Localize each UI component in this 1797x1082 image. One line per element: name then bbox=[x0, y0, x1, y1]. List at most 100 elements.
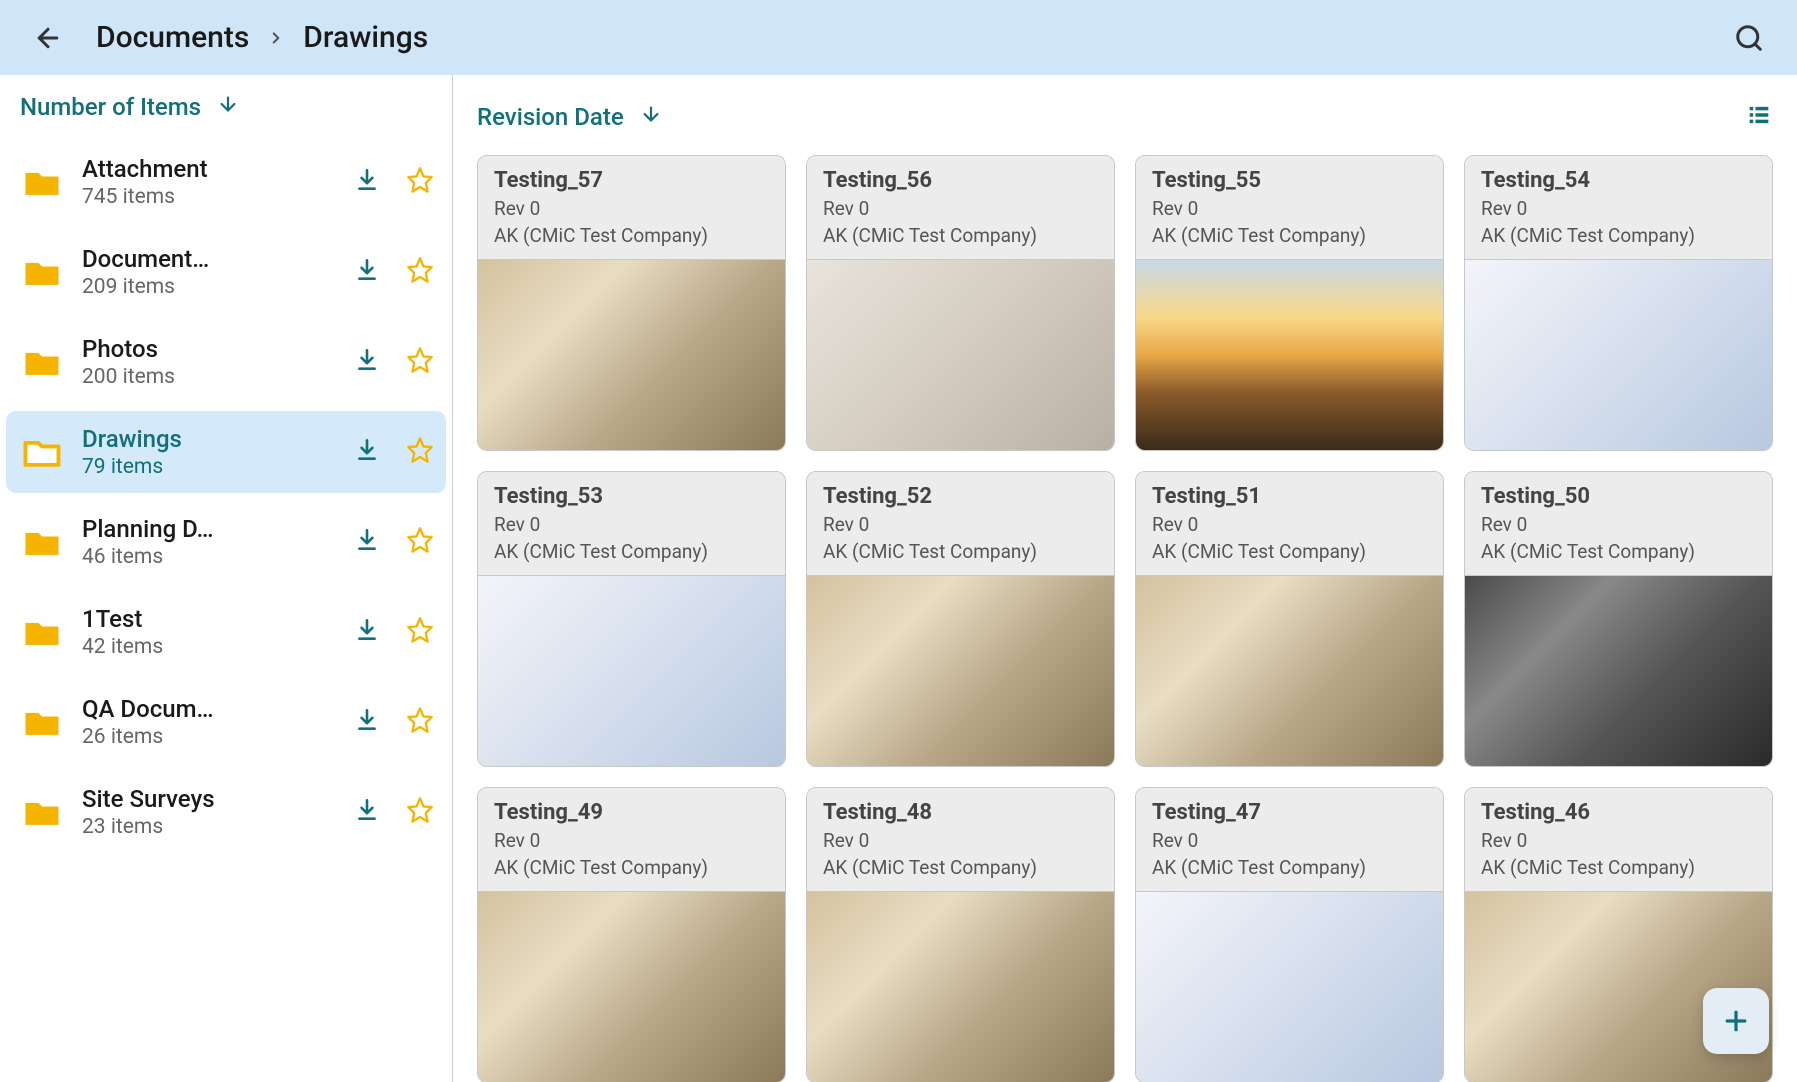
folder-actions bbox=[354, 526, 434, 558]
search-button[interactable] bbox=[1725, 14, 1773, 62]
card-author: AK (CMiC Test Company) bbox=[494, 856, 769, 879]
card-header: Testing_55Rev 0AK (CMiC Test Company) bbox=[1136, 156, 1443, 260]
download-button[interactable] bbox=[354, 617, 380, 647]
favorite-button[interactable] bbox=[406, 256, 434, 288]
sidebar-sort[interactable]: Number of Items bbox=[6, 93, 446, 141]
card-thumbnail bbox=[478, 260, 785, 450]
sidebar-folder-document-[interactable]: Document…209 items bbox=[6, 231, 446, 313]
card-thumbnail bbox=[807, 892, 1114, 1082]
card-thumbnail bbox=[1465, 576, 1772, 766]
app-header: Documents Drawings bbox=[0, 0, 1797, 75]
folder-icon bbox=[18, 340, 66, 384]
download-button[interactable] bbox=[354, 437, 380, 467]
folder-name: Photos bbox=[82, 335, 338, 363]
back-button[interactable] bbox=[24, 14, 72, 62]
folder-count: 209 items bbox=[82, 275, 338, 299]
folder-count: 46 items bbox=[82, 545, 338, 569]
folder-actions bbox=[354, 706, 434, 738]
main-sort-label: Revision Date bbox=[477, 103, 624, 131]
document-card[interactable]: Testing_51Rev 0AK (CMiC Test Company) bbox=[1135, 471, 1444, 767]
document-card[interactable]: Testing_55Rev 0AK (CMiC Test Company) bbox=[1135, 155, 1444, 451]
document-card[interactable]: Testing_52 Rev 0 AK (CMiC Test Company) bbox=[806, 471, 1115, 767]
breadcrumb-parent[interactable]: Documents bbox=[96, 20, 249, 55]
card-title: Testing_52 bbox=[823, 484, 1098, 509]
card-thumbnail bbox=[1136, 260, 1443, 450]
card-header: Testing_52 Rev 0 AK (CMiC Test Company) bbox=[807, 472, 1114, 576]
folder-name: 1Test bbox=[82, 605, 338, 633]
card-title: Testing_54 bbox=[1481, 168, 1756, 193]
favorite-button[interactable] bbox=[406, 796, 434, 828]
card-revision: Rev 0 bbox=[823, 197, 1098, 220]
card-revision: Rev 0 bbox=[823, 829, 1098, 852]
card-author: AK (CMiC Test Company) bbox=[1152, 540, 1427, 563]
card-header: Testing_53Rev 0AK (CMiC Test Company) bbox=[478, 472, 785, 576]
document-card[interactable]: Testing_47Rev 0AK (CMiC Test Company) bbox=[1135, 787, 1444, 1082]
breadcrumb: Documents Drawings bbox=[96, 20, 428, 55]
document-card[interactable]: Testing_57Rev 0AK (CMiC Test Company) bbox=[477, 155, 786, 451]
sidebar-folder-1test[interactable]: 1Test42 items bbox=[6, 591, 446, 673]
list-view-icon bbox=[1745, 101, 1773, 129]
sidebar-folder-planning-d-[interactable]: Planning D…46 items bbox=[6, 501, 446, 583]
card-header: Testing_48Rev 0AK (CMiC Test Company) bbox=[807, 788, 1114, 892]
folder-info: 1Test42 items bbox=[82, 605, 338, 659]
card-thumbnail bbox=[1136, 892, 1443, 1082]
folder-count: 42 items bbox=[82, 635, 338, 659]
folder-info: Site Surveys23 items bbox=[82, 785, 338, 839]
card-author: AK (CMiC Test Company) bbox=[1152, 856, 1427, 879]
folder-count: 26 items bbox=[82, 725, 338, 749]
card-header: Testing_50Rev 0AK (CMiC Test Company) bbox=[1465, 472, 1772, 576]
sidebar-folder-attachment[interactable]: Attachment745 items bbox=[6, 141, 446, 223]
favorite-button[interactable] bbox=[406, 526, 434, 558]
card-header: Testing_54Rev 0AK (CMiC Test Company) bbox=[1465, 156, 1772, 260]
card-thumbnail bbox=[478, 892, 785, 1082]
breadcrumb-current[interactable]: Drawings bbox=[303, 20, 428, 55]
download-button[interactable] bbox=[354, 257, 380, 287]
add-button[interactable] bbox=[1703, 988, 1769, 1054]
sidebar-folder-qa-docum-[interactable]: QA Docum…26 items bbox=[6, 681, 446, 763]
main-header: Revision Date bbox=[477, 101, 1773, 155]
document-card[interactable]: Testing_50Rev 0AK (CMiC Test Company) bbox=[1464, 471, 1773, 767]
card-author: AK (CMiC Test Company) bbox=[1481, 540, 1756, 563]
folder-count: 23 items bbox=[82, 815, 338, 839]
document-card[interactable]: Testing_49 Rev 0 AK (CMiC Test Company) bbox=[477, 787, 786, 1082]
sidebar-folder-drawings[interactable]: Drawings79 items bbox=[6, 411, 446, 493]
card-title: Testing_53 bbox=[494, 484, 769, 509]
card-revision: Rev 0 bbox=[494, 197, 769, 220]
favorite-button[interactable] bbox=[406, 346, 434, 378]
card-title: Testing_55 bbox=[1152, 168, 1427, 193]
card-revision: Rev 0 bbox=[494, 829, 769, 852]
folder-list: Attachment745 itemsDocument…209 itemsPho… bbox=[6, 141, 446, 853]
card-thumbnail bbox=[1465, 260, 1772, 450]
download-button[interactable] bbox=[354, 167, 380, 197]
card-thumbnail bbox=[807, 576, 1114, 766]
card-title: Testing_51 bbox=[1152, 484, 1427, 509]
folder-info: Planning D…46 items bbox=[82, 515, 338, 569]
download-button[interactable] bbox=[354, 347, 380, 377]
list-view-toggle[interactable] bbox=[1745, 101, 1773, 133]
card-thumbnail bbox=[1136, 576, 1443, 766]
sidebar-folder-site-surveys[interactable]: Site Surveys23 items bbox=[6, 771, 446, 853]
card-header: Testing_56Rev 0AK (CMiC Test Company) bbox=[807, 156, 1114, 260]
card-author: AK (CMiC Test Company) bbox=[494, 224, 769, 247]
document-card[interactable]: Testing_56Rev 0AK (CMiC Test Company) bbox=[806, 155, 1115, 451]
document-card[interactable]: Testing_54Rev 0AK (CMiC Test Company) bbox=[1464, 155, 1773, 451]
card-revision: Rev 0 bbox=[823, 513, 1098, 536]
favorite-button[interactable] bbox=[406, 706, 434, 738]
card-title: Testing_50 bbox=[1481, 484, 1756, 509]
document-card[interactable]: Testing_53Rev 0AK (CMiC Test Company) bbox=[477, 471, 786, 767]
folder-count: 200 items bbox=[82, 365, 338, 389]
favorite-button[interactable] bbox=[406, 616, 434, 648]
folder-icon bbox=[18, 790, 66, 834]
card-author: AK (CMiC Test Company) bbox=[823, 540, 1098, 563]
download-button[interactable] bbox=[354, 527, 380, 557]
card-revision: Rev 0 bbox=[494, 513, 769, 536]
main-sort[interactable]: Revision Date bbox=[477, 103, 662, 131]
download-button[interactable] bbox=[354, 707, 380, 737]
card-title: Testing_49 bbox=[494, 800, 769, 825]
document-card[interactable]: Testing_48Rev 0AK (CMiC Test Company) bbox=[806, 787, 1115, 1082]
download-button[interactable] bbox=[354, 797, 380, 827]
arrow-down-icon bbox=[217, 93, 239, 121]
favorite-button[interactable] bbox=[406, 166, 434, 198]
favorite-button[interactable] bbox=[406, 436, 434, 468]
sidebar-folder-photos[interactable]: Photos200 items bbox=[6, 321, 446, 403]
